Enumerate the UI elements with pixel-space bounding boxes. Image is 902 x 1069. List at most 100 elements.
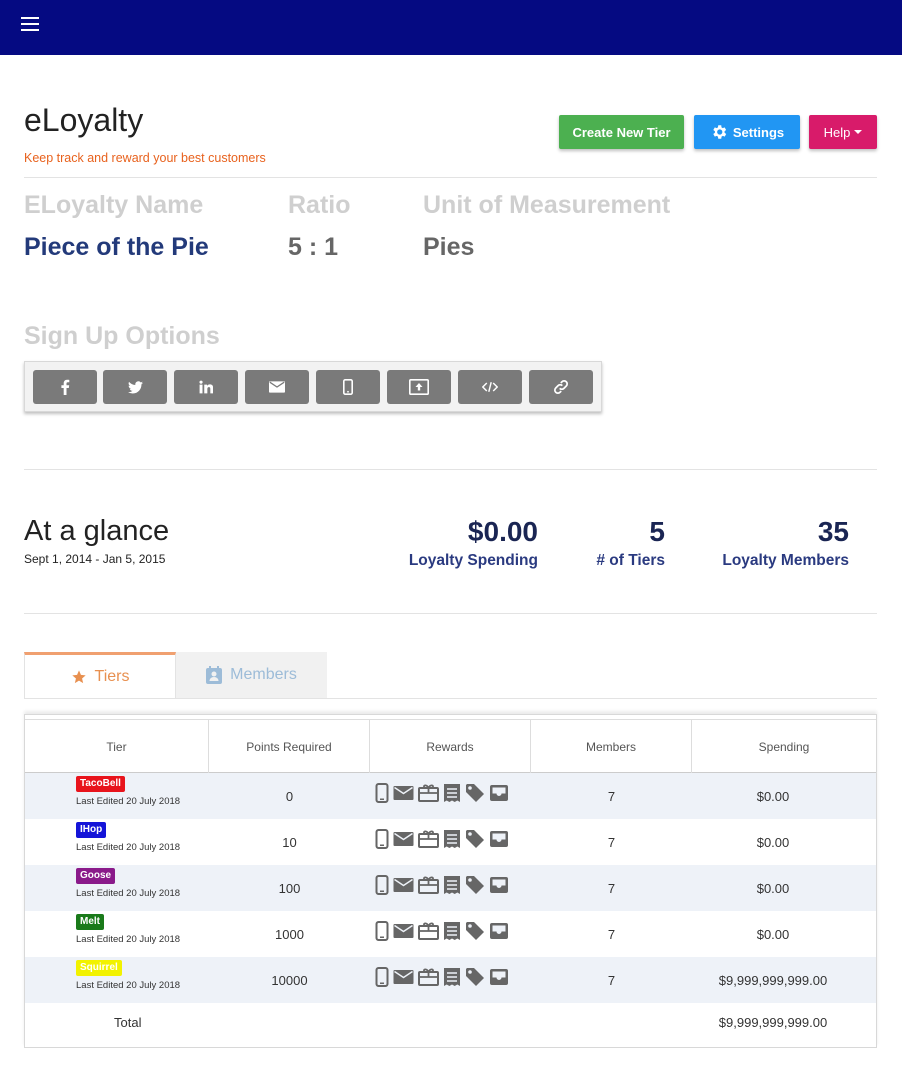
receipt-icon[interactable]	[443, 783, 461, 803]
gear-icon	[713, 125, 727, 139]
tag-icon[interactable]	[465, 875, 485, 895]
star-icon	[71, 669, 86, 683]
linkedin-share-button[interactable]	[174, 370, 238, 404]
settings-button[interactable]: Settings	[694, 115, 800, 149]
mobile-share-button[interactable]	[316, 370, 380, 404]
tier-badge[interactable]: TacoBell	[76, 776, 125, 792]
tab-tiers-label: Tiers	[94, 667, 130, 685]
mobile-icon[interactable]	[375, 829, 389, 849]
help-dropdown-button[interactable]: Help	[809, 115, 877, 149]
mobile-icon[interactable]	[375, 875, 389, 895]
mobile-icon	[343, 379, 353, 395]
ratio-value: 5 : 1	[288, 233, 339, 261]
table-row[interactable]: TacoBell Last Edited 20 July 2018 0 7 $0.00	[25, 773, 876, 819]
table-row[interactable]: Squirrel Last Edited 20 July 2018 10000 7 $9…	[25, 957, 876, 1003]
rewards-cell	[375, 875, 509, 895]
inbox-icon[interactable]	[489, 829, 509, 849]
inbox-icon[interactable]	[489, 875, 509, 895]
tag-icon[interactable]	[465, 783, 485, 803]
email-icon[interactable]	[393, 783, 414, 803]
tier-badge[interactable]: Goose	[76, 868, 116, 884]
unit-value: Pies	[423, 233, 475, 261]
points-required-cell: 10	[282, 834, 297, 850]
gift-card-icon[interactable]	[418, 783, 439, 803]
inbox-icon[interactable]	[489, 783, 509, 803]
tag-icon[interactable]	[465, 967, 485, 987]
tab-members-label: Members	[230, 666, 297, 683]
gift-card-icon[interactable]	[418, 967, 439, 987]
divider	[24, 177, 877, 178]
settings-button-label: Settings	[732, 124, 785, 140]
inbox-icon[interactable]	[489, 921, 509, 941]
code-share-button[interactable]	[458, 370, 522, 404]
members-cell: 7	[607, 880, 616, 896]
last-edited-text: Last Edited 20 July 2018	[76, 934, 181, 945]
email-icon[interactable]	[393, 967, 414, 987]
linkedin-icon	[199, 380, 213, 394]
tab-underline	[24, 698, 877, 699]
mobile-icon[interactable]	[375, 783, 389, 803]
column-header-spending[interactable]: Spending	[692, 720, 876, 773]
mobile-icon[interactable]	[375, 967, 389, 987]
gift-card-icon[interactable]	[418, 829, 439, 849]
inbox-icon[interactable]	[489, 967, 509, 987]
create-new-tier-button[interactable]: Create New Tier	[559, 115, 684, 149]
loyalty-members-label: Loyalty Members	[722, 552, 849, 569]
at-a-glance-title: At a glance	[24, 515, 170, 547]
help-button-label: Help	[823, 124, 851, 140]
tag-icon[interactable]	[465, 829, 485, 849]
gift-card-icon[interactable]	[418, 921, 439, 941]
link-icon	[554, 380, 568, 394]
column-header-points[interactable]: Points Required	[209, 720, 370, 773]
email-icon[interactable]	[393, 921, 414, 941]
table-row[interactable]: IHop Last Edited 20 July 2018 10 7 $0.00	[25, 819, 876, 865]
eloyalty-name-value: Piece of the Pie	[24, 233, 209, 261]
receipt-icon[interactable]	[443, 967, 461, 987]
column-header-tier[interactable]: Tier	[25, 720, 209, 773]
gift-card-icon[interactable]	[418, 875, 439, 895]
link-share-button[interactable]	[529, 370, 593, 404]
spending-cell: $9,999,999,999.00	[718, 972, 828, 988]
spending-cell: $0.00	[756, 834, 790, 850]
tag-icon[interactable]	[465, 921, 485, 941]
tier-badge[interactable]: Melt	[76, 914, 104, 930]
loyalty-members-value: 35	[817, 516, 849, 547]
email-icon[interactable]	[393, 875, 414, 895]
tab-members[interactable]: Members	[176, 652, 327, 698]
embed-share-button[interactable]	[387, 370, 451, 404]
rewards-cell	[375, 783, 509, 803]
mobile-icon[interactable]	[375, 921, 389, 941]
page-title: eLoyalty	[24, 102, 144, 138]
rewards-cell	[375, 967, 509, 987]
receipt-icon[interactable]	[443, 829, 461, 849]
hamburger-menu-icon[interactable]	[21, 17, 39, 33]
contact-card-icon	[206, 666, 223, 684]
twitter-icon	[127, 380, 143, 393]
receipt-icon[interactable]	[443, 875, 461, 895]
tab-tiers[interactable]: Tiers	[24, 652, 176, 698]
tier-badge[interactable]: Squirrel	[76, 960, 122, 976]
last-edited-text: Last Edited 20 July 2018	[76, 796, 181, 807]
last-edited-text: Last Edited 20 July 2018	[76, 888, 181, 899]
table-row[interactable]: Melt Last Edited 20 July 2018 1000 7 $0.00	[25, 911, 876, 957]
column-header-rewards[interactable]: Rewards	[370, 720, 531, 773]
tier-badge[interactable]: IHop	[76, 822, 107, 838]
eloyalty-name-label: ELoyalty Name	[24, 191, 204, 219]
receipt-icon[interactable]	[443, 921, 461, 941]
unit-label: Unit of Measurement	[423, 191, 671, 219]
loyalty-spending-label: Loyalty Spending	[408, 552, 538, 569]
column-header-members[interactable]: Members	[531, 720, 692, 773]
last-edited-text: Last Edited 20 July 2018	[76, 980, 181, 991]
spending-cell: $0.00	[756, 788, 790, 804]
email-icon[interactable]	[393, 829, 414, 849]
tablet-upload-icon	[409, 379, 429, 395]
total-label: Total	[114, 1015, 142, 1030]
last-edited-text: Last Edited 20 July 2018	[76, 842, 181, 853]
tiers-count-value: 5	[649, 516, 665, 547]
tiers-table: Tier Points Required Rewards Members Spe…	[24, 714, 877, 1048]
twitter-share-button[interactable]	[103, 370, 167, 404]
facebook-share-button[interactable]	[33, 370, 97, 404]
divider	[24, 469, 877, 470]
table-row[interactable]: Goose Last Edited 20 July 2018 100 7 $0.00	[25, 865, 876, 911]
email-share-button[interactable]	[245, 370, 309, 404]
